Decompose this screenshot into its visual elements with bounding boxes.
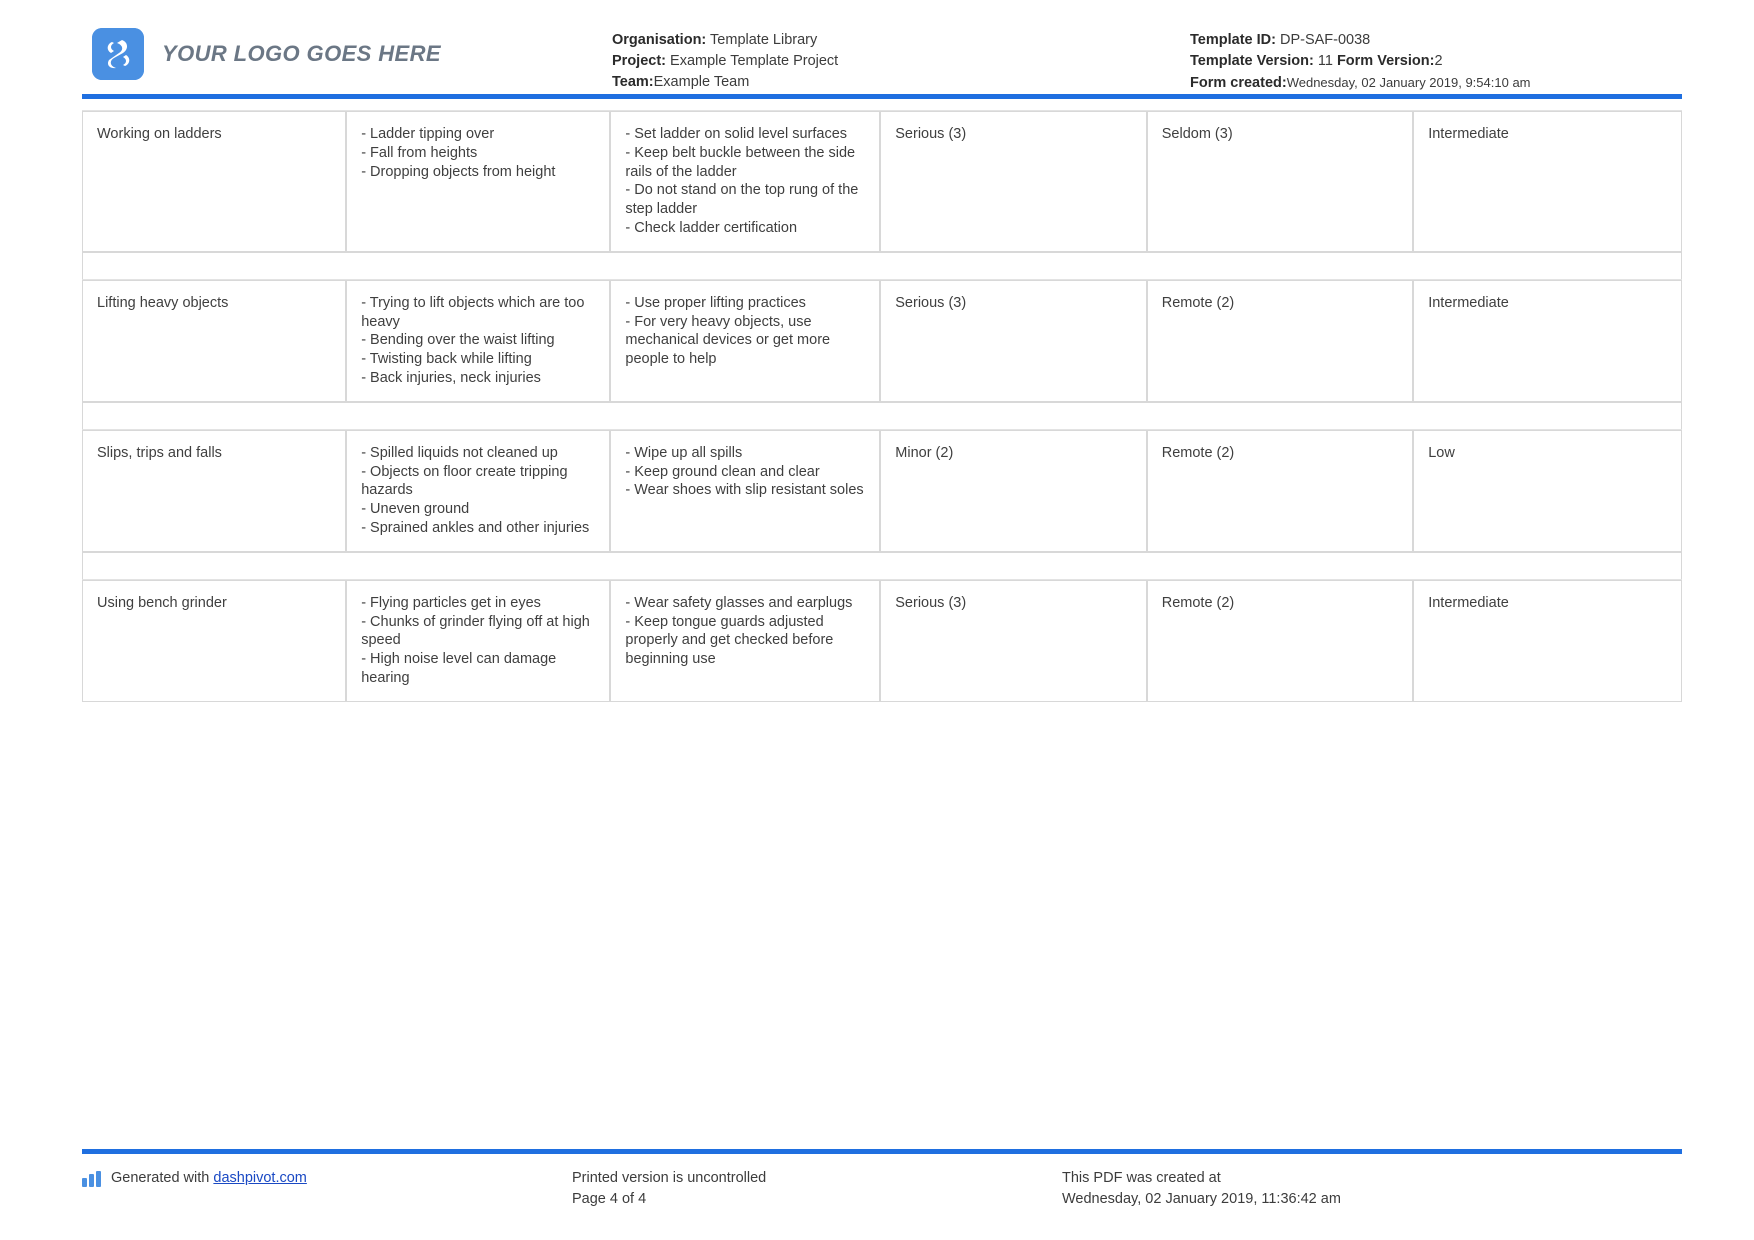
cell-activity: Lifting heavy objects [82,279,347,402]
hazard-line: - Fall from heights [361,144,478,161]
control-line: - Check ladder certification [625,219,798,236]
control-line: - For very heavy objects, use mechanical… [625,313,831,368]
template-version-label: Template Version: [1190,53,1314,69]
cell-controls: - Use proper lifting practices - For ver… [610,279,881,402]
footer-print-block: Printed version is uncontrolled Page 4 o… [572,1168,1062,1210]
organisation-label: Organisation: [612,32,707,48]
team-value: Example Team [653,74,750,90]
cell-hazards: - Trying to lift objects which are too h… [346,279,611,402]
hazard-line: - Spilled liquids not cleaned up [361,444,558,461]
template-version-value: 11 [1317,53,1333,69]
template-id-value: DP-SAF-0038 [1279,32,1371,48]
cell-consequence: Minor (2) [880,429,1147,552]
pdf-created-label: This PDF was created at [1062,1170,1221,1186]
generated-prefix: Generated with [111,1170,210,1186]
control-line: - Do not stand on the top rung of the st… [625,182,859,218]
control-line: - Keep ground clean and clear [625,463,820,480]
header-template-meta: Template ID: DP-SAF-0038 Template Versio… [1102,24,1682,94]
hazard-line: - Twisting back while lifting [361,351,532,368]
dashpivot-link[interactable]: dashpivot.com [213,1170,307,1186]
organisation-line: Organisation: Template Library [612,30,1102,51]
risk-table-body: Working on ladders - Ladder tipping over… [82,111,1682,702]
document-footer: Generated with dashpivot.com Printed ver… [0,1149,1754,1240]
hazard-line: - Dropping objects from height [361,163,556,180]
hazard-line: - Chunks of grinder flying off at high s… [361,613,590,649]
bar-chart-icon [82,1171,103,1187]
company-logo-icon [92,28,144,80]
cell-controls: - Wear safety glasses and earplugs - Kee… [610,579,881,702]
cell-consequence: Serious (3) [880,279,1147,402]
row-spacer [82,251,1682,280]
document-page: YOUR LOGO GOES HERE Organisation: Templa… [0,0,1754,1240]
cell-activity: Using bench grinder [82,579,347,702]
cell-consequence: Serious (3) [880,111,1147,252]
hazard-line: - Sprained ankles and other injuries [361,519,590,536]
control-line: - Use proper lifting practices [625,294,806,311]
row-spacer [82,401,1682,430]
cell-likelihood: Remote (2) [1146,429,1414,552]
control-line: - Keep belt buckle between the side rail… [625,144,856,180]
logo-text: YOUR LOGO GOES HERE [162,41,441,66]
cell-risk-rating: Intermediate [1413,579,1682,702]
cell-activity: Working on ladders [82,111,347,252]
hazard-line: - Flying particles get in eyes [361,594,541,611]
footer-generated-block: Generated with dashpivot.com [82,1168,572,1189]
cell-consequence: Serious (3) [880,579,1147,702]
header-org-meta: Organisation: Template Library Project: … [612,24,1102,93]
row-spacer [82,551,1682,580]
cell-likelihood: Remote (2) [1146,279,1414,402]
project-label: Project: [612,53,666,69]
form-created-value: Wednesday, 02 January 2019, 9:54:10 am [1286,75,1531,90]
hazard-line: - High noise level can damage hearing [361,651,557,686]
cell-hazards: - Flying particles get in eyes - Chunks … [346,579,611,702]
version-line: Template Version: 11 Form Version:2 [1190,51,1682,72]
cell-hazards: - Spilled liquids not cleaned up - Objec… [346,429,611,552]
cell-hazards: - Ladder tipping over - Fall from height… [346,111,611,252]
document-header: YOUR LOGO GOES HERE Organisation: Templa… [0,0,1754,91]
cell-risk-rating: Intermediate [1413,279,1682,402]
control-line: - Wear safety glasses and earplugs [625,594,853,611]
team-label: Team: [612,74,654,90]
pdf-created-value: Wednesday, 02 January 2019, 11:36:42 am [1062,1191,1341,1207]
team-line: Team:Example Team [612,72,1102,93]
control-line: - Wear shoes with slip resistant soles [625,482,864,499]
logo-block: YOUR LOGO GOES HERE [92,24,612,80]
footer-generated-text: Generated with dashpivot.com [111,1168,307,1189]
hazard-line: - Uneven ground [361,501,470,518]
hazard-line: - Back injuries, neck injuries [361,369,541,386]
table-row: Slips, trips and falls - Spilled liquids… [82,429,1682,552]
risk-assessment-table: Working on ladders - Ladder tipping over… [82,111,1682,702]
table-row: Working on ladders - Ladder tipping over… [82,111,1682,252]
cell-risk-rating: Low [1413,429,1682,552]
cell-controls: - Wipe up all spills - Keep ground clean… [610,429,881,552]
organisation-value: Template Library [710,32,818,48]
form-version-label: Form Version: [1336,53,1435,69]
control-line: - Wipe up all spills [625,444,743,461]
control-line: - Set ladder on solid level surfaces [625,126,848,142]
table-row: Lifting heavy objects - Trying to lift o… [82,279,1682,402]
project-value: Example Template Project [670,53,839,69]
cell-risk-rating: Intermediate [1413,111,1682,252]
cell-activity: Slips, trips and falls [82,429,347,552]
hazard-line: - Objects on floor create tripping hazar… [361,463,568,499]
form-created-line: Form created:Wednesday, 02 January 2019,… [1190,72,1682,94]
cell-controls: - Set ladder on solid level surfaces - K… [610,111,881,252]
page-number: Page 4 of 4 [572,1191,647,1207]
hazard-line: - Trying to lift objects which are too h… [361,294,585,330]
control-line: - Keep tongue guards adjusted properly a… [625,613,834,668]
template-id-label: Template ID: [1190,32,1276,48]
form-version-value: 2 [1434,53,1443,69]
cell-likelihood: Remote (2) [1146,579,1414,702]
table-row: Using bench grinder - Flying particles g… [82,579,1682,702]
form-created-label: Form created: [1190,75,1287,91]
project-line: Project: Example Template Project [612,51,1102,72]
hazard-line: - Bending over the waist lifting [361,332,555,349]
template-id-line: Template ID: DP-SAF-0038 [1190,30,1682,51]
hazard-line: - Ladder tipping over [361,126,495,142]
footer-pdf-block: This PDF was created at Wednesday, 02 Ja… [1062,1168,1682,1210]
risk-table-wrapper: Working on ladders - Ladder tipping over… [0,99,1754,702]
cell-likelihood: Seldom (3) [1146,111,1414,252]
print-notice: Printed version is uncontrolled [572,1170,767,1186]
